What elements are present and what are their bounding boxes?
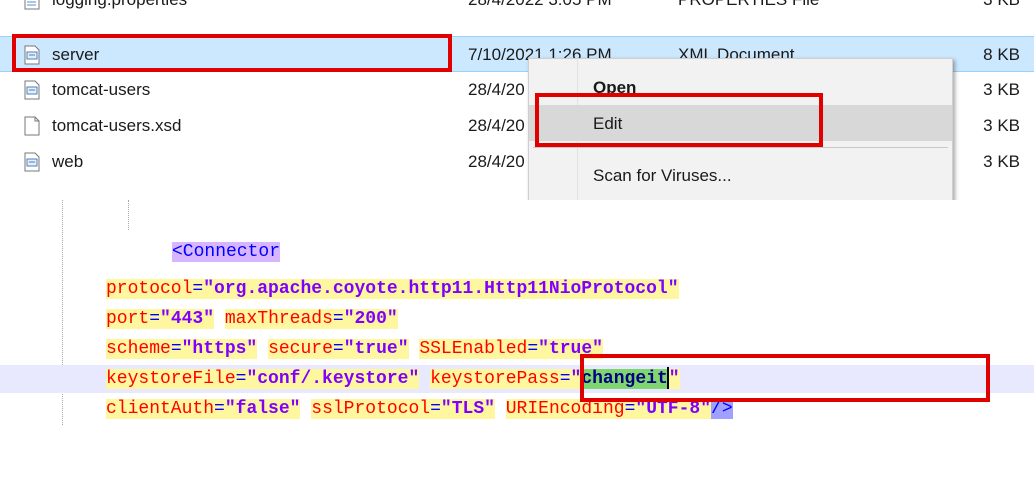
- xml-value: "false": [224, 399, 301, 419]
- file-size: 3 KB: [983, 116, 1020, 135]
- xml-equals: =: [527, 339, 539, 359]
- file-name: tomcat-users: [52, 80, 151, 99]
- menu-item-label: Scan for Viruses...: [593, 166, 732, 185]
- xml-equals: =: [332, 339, 344, 359]
- xml-close-tag: />: [711, 399, 733, 419]
- xml-attribute: maxThreads: [224, 309, 333, 329]
- file-name: tomcat-users.xsd: [52, 116, 182, 135]
- xml-value: "443": [160, 309, 215, 329]
- xml-equals: =: [332, 309, 344, 329]
- xml-equals: =: [559, 369, 571, 389]
- file-row-logging-properties[interactable]: logging.properties 28/4/2022 3:05 PM PRO…: [0, 0, 1034, 18]
- file-size: 3 KB: [983, 80, 1020, 99]
- xml-value: "TLS": [440, 399, 495, 419]
- code-editor[interactable]: <Connector protocol="org.apache.coyote.h…: [0, 200, 1034, 425]
- file-name: logging.properties: [52, 0, 187, 10]
- xml-attribute: secure: [268, 339, 333, 359]
- file-name: server: [52, 45, 100, 64]
- code-line: <Connector: [0, 238, 1034, 266]
- xml-value: "true": [538, 339, 603, 359]
- xml-value: "true": [343, 339, 409, 359]
- xml-value: "org.apache.coyote.http11.Http11NioProto…: [203, 279, 679, 299]
- file-date: 28/4/2022 3:05 PM: [468, 0, 612, 10]
- xml-equals: =: [214, 399, 225, 419]
- xml-attribute: keystoreFile: [106, 369, 236, 389]
- file-size: 8 KB: [983, 45, 1020, 64]
- code-line: scheme="https" secure="true" SSLEnabled=…: [0, 335, 1034, 363]
- xml-value: ": [570, 369, 582, 389]
- indent-guide: [128, 200, 129, 230]
- code-line: port="443" maxThreads="200": [0, 305, 1034, 333]
- code-line: protocol="org.apache.coyote.http11.Http1…: [0, 275, 1034, 303]
- file-date: 28/4/20: [468, 152, 525, 171]
- xml-attribute: keystorePass: [430, 369, 560, 389]
- properties-file-icon: [24, 0, 40, 10]
- code-line-active: keystoreFile="conf/.keystore" keystorePa…: [0, 365, 1034, 393]
- file-date: 28/4/20: [468, 116, 525, 135]
- file-explorer: logging.properties 28/4/2022 3:05 PM PRO…: [0, 0, 1034, 200]
- menu-item-scan-for-viruses[interactable]: Scan for Viruses...: [529, 157, 952, 193]
- file-name: web: [52, 152, 84, 171]
- xml-equals: =: [192, 279, 204, 299]
- xml-attribute: SSLEnabled: [419, 339, 528, 359]
- code-line: clientAuth="false" sslProtocol="TLS" URI…: [0, 395, 1034, 423]
- file-size: 3 KB: [958, 0, 1020, 10]
- xml-value: "UTF-8": [635, 399, 712, 419]
- xml-value: "200": [343, 309, 398, 329]
- menu-item-open[interactable]: Open: [529, 69, 952, 105]
- context-menu: Open Edit Scan for Viruses...: [528, 58, 953, 200]
- file-date: 28/4/20: [468, 80, 525, 99]
- file-size: 3 KB: [983, 152, 1020, 171]
- xml-file-icon: [24, 80, 40, 100]
- xml-attribute: scheme: [106, 339, 171, 359]
- xml-tag: <Connector: [172, 242, 281, 262]
- xml-attribute: protocol: [106, 279, 193, 299]
- xml-attribute: sslProtocol: [311, 399, 431, 419]
- xml-equals: =: [624, 399, 636, 419]
- xml-equals: =: [149, 309, 161, 329]
- xml-file-icon: [24, 152, 40, 172]
- xml-equals: =: [235, 369, 247, 389]
- xml-value: "https": [181, 339, 258, 359]
- xml-attribute: clientAuth: [106, 399, 215, 419]
- file-type: PROPERTIES File: [678, 0, 819, 10]
- menu-separator: [533, 147, 948, 148]
- blank-file-icon: [24, 116, 40, 136]
- xml-value: ": [668, 369, 680, 389]
- xml-value: "conf/.keystore": [246, 369, 420, 389]
- xml-attribute: port: [106, 309, 150, 329]
- menu-item-label: Edit: [593, 114, 623, 133]
- xml-attribute: URIEncoding: [505, 399, 625, 419]
- selected-password-text[interactable]: changeit: [581, 369, 668, 389]
- xml-equals: =: [430, 399, 441, 419]
- xml-equals: =: [170, 339, 182, 359]
- xml-file-icon: [24, 45, 40, 65]
- menu-item-label: Open: [593, 78, 637, 97]
- menu-item-edit[interactable]: Edit: [529, 105, 952, 141]
